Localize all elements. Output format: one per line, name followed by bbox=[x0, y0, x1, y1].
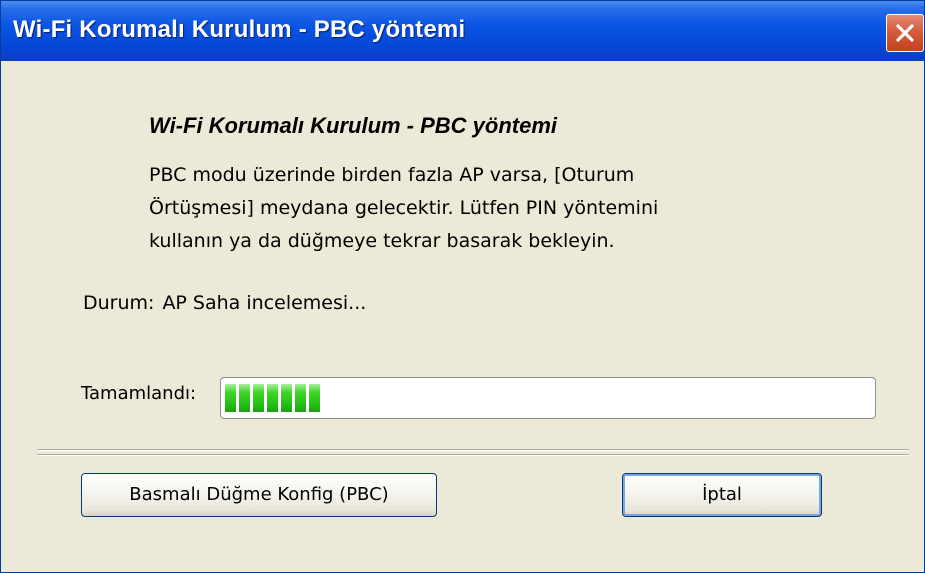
description-line-2: Örtüşmesi] meydana gelecektir. Lütfen PI… bbox=[149, 197, 659, 219]
title-bar[interactable]: Wi-Fi Korumalı Kurulum - PBC yöntemi bbox=[1, 1, 924, 61]
description-line-3: kullanın ya da düğmeye tekrar basarak be… bbox=[149, 230, 615, 252]
progress-segment bbox=[225, 384, 236, 412]
progress-segment bbox=[239, 384, 250, 412]
progress-segment bbox=[253, 384, 264, 412]
status-value: AP Saha incelemesi... bbox=[162, 292, 367, 314]
progress-segment bbox=[281, 384, 292, 412]
window-title: Wi-Fi Korumalı Kurulum - PBC yöntemi bbox=[13, 16, 466, 43]
progress-label: Tamamlandı: bbox=[81, 383, 197, 404]
dialog-body: Wi-Fi Korumalı Kurulum - PBC yöntemi PBC… bbox=[1, 61, 924, 572]
progress-segment bbox=[295, 384, 306, 412]
progress-segment bbox=[309, 384, 320, 412]
status-row: Durum: AP Saha incelemesi... bbox=[83, 292, 366, 314]
dialog-window: Wi-Fi Korumalı Kurulum - PBC yöntemi Wi-… bbox=[0, 0, 925, 573]
progress-fill bbox=[225, 384, 323, 412]
status-label: Durum: bbox=[83, 292, 155, 314]
separator bbox=[37, 449, 909, 451]
progress-segment bbox=[267, 384, 278, 412]
close-button[interactable] bbox=[886, 14, 924, 52]
dialog-heading: Wi-Fi Korumalı Kurulum - PBC yöntemi bbox=[149, 113, 558, 138]
cancel-button[interactable]: İptal bbox=[622, 473, 822, 517]
progress-bar bbox=[220, 377, 876, 419]
close-x-icon bbox=[896, 24, 914, 42]
description-line-1: PBC modu üzerinde birden fazla AP varsa,… bbox=[149, 164, 635, 186]
pbc-button[interactable]: Basmalı Düğme Konfig (PBC) bbox=[81, 473, 437, 517]
separator bbox=[37, 454, 909, 456]
